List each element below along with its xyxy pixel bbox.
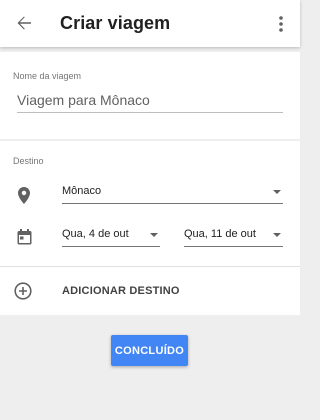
page-title: Criar viagem — [60, 13, 171, 33]
calendar-icon — [15, 228, 33, 246]
trip-name-label: Nome da viagem — [13, 71, 82, 81]
chevron-down-icon — [273, 190, 281, 194]
chevron-down-icon — [150, 233, 158, 237]
app-bar: Criar viagem — [0, 0, 300, 47]
chevron-down-icon — [273, 233, 281, 237]
location-pin-icon — [15, 185, 33, 205]
start-date-value: Qua, 4 de out — [62, 228, 129, 240]
done-button[interactable]: CONCLUÍDO — [111, 335, 188, 366]
add-destination-label: ADICIONAR DESTINO — [62, 285, 180, 297]
trip-name-field-container — [17, 89, 283, 113]
add-destination-button[interactable]: ADICIONAR DESTINO — [0, 267, 300, 315]
destination-value: Mônaco — [62, 185, 102, 197]
trip-name-card: Nome da viagem — [0, 52, 300, 139]
more-vert-icon[interactable] — [276, 13, 286, 35]
add-circle-icon — [14, 282, 32, 300]
start-date-dropdown[interactable]: Qua, 4 de out — [62, 225, 160, 247]
arrow-back-icon[interactable] — [14, 12, 34, 34]
destination-dropdown[interactable]: Mônaco — [62, 182, 283, 204]
end-date-value: Qua, 11 de out — [184, 228, 256, 240]
trip-name-input[interactable] — [17, 89, 283, 108]
end-date-dropdown[interactable]: Qua, 11 de out — [184, 225, 283, 247]
destination-card: Destino Mônaco Qua, 4 de out Qua, 11 de … — [0, 141, 300, 315]
destination-label: Destino — [13, 156, 44, 166]
